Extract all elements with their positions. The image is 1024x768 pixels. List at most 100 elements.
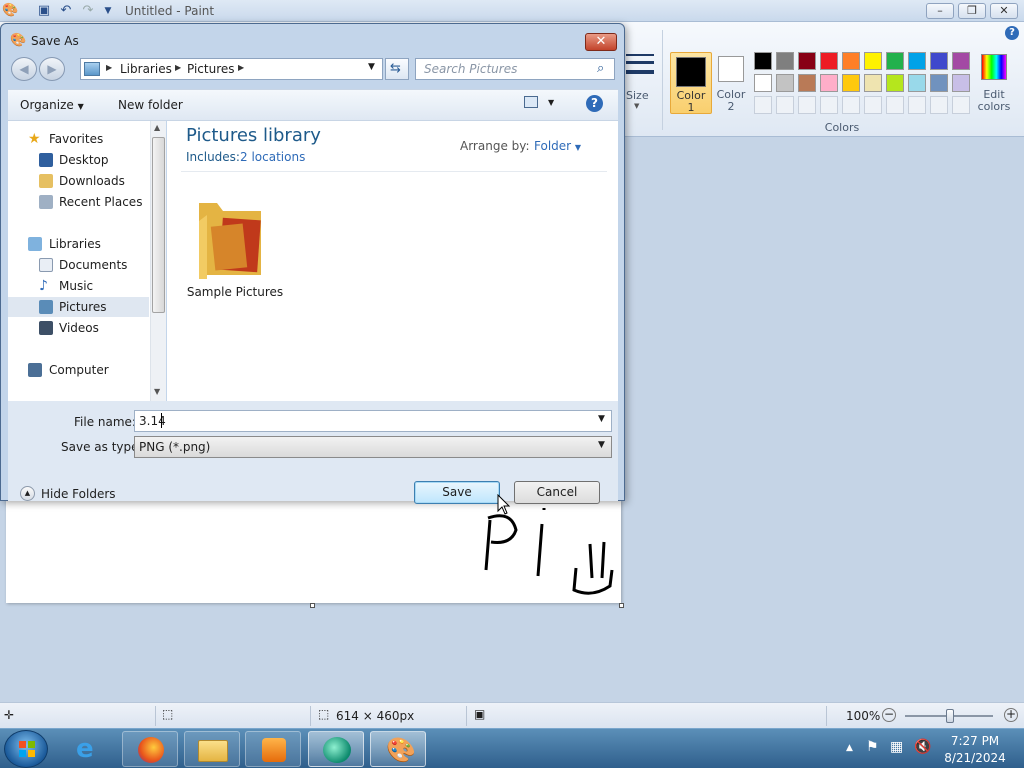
custom-color-slot[interactable] xyxy=(754,96,772,114)
nav-documents[interactable]: Documents xyxy=(8,255,149,275)
color1-selector[interactable]: Color 1 xyxy=(670,52,712,114)
custom-color-slot[interactable] xyxy=(864,96,882,114)
file-name-dropdown-icon[interactable]: ▼ xyxy=(598,414,605,424)
color2-selector[interactable]: Color 2 xyxy=(716,52,746,114)
nav-scrollbar-thumb[interactable] xyxy=(152,137,165,313)
arrange-by-dropdown[interactable]: Folder ▼ xyxy=(534,139,581,153)
size-tool[interactable]: Size ▼ xyxy=(624,52,658,112)
custom-color-slot[interactable] xyxy=(952,96,970,114)
palette-swatch[interactable] xyxy=(908,52,926,70)
breadcrumb-libraries[interactable]: Libraries xyxy=(120,62,172,76)
maximize-button[interactable]: ❐ xyxy=(958,3,986,19)
new-folder-button[interactable]: New folder xyxy=(118,98,183,112)
edit-colors-button[interactable]: Edit colors xyxy=(976,52,1012,113)
refresh-button[interactable]: ⇆ xyxy=(385,58,409,80)
save-button[interactable]: Save xyxy=(414,481,500,504)
palette-swatch[interactable] xyxy=(776,74,794,92)
nav-libraries[interactable]: Libraries xyxy=(8,234,149,254)
save-icon[interactable]: ▣ xyxy=(36,3,52,19)
nav-scrollbar[interactable]: ▲ ▼ xyxy=(150,121,166,401)
palette-swatch[interactable] xyxy=(886,74,904,92)
volume-muted-icon[interactable]: 🔇 xyxy=(914,739,931,755)
minimize-button[interactable]: – xyxy=(926,3,954,19)
palette-swatch[interactable] xyxy=(820,74,838,92)
resize-handle-bottom[interactable] xyxy=(310,603,315,608)
network-icon[interactable]: ▦ xyxy=(890,739,903,755)
nav-desktop[interactable]: Desktop xyxy=(8,150,149,170)
palette-swatch[interactable] xyxy=(754,74,772,92)
file-name-field[interactable]: 3.14 ▼ xyxy=(134,410,612,432)
taskbar-media-player[interactable] xyxy=(245,731,301,767)
forward-button[interactable]: ▶ xyxy=(39,57,65,81)
breadcrumb-pictures[interactable]: Pictures xyxy=(187,62,235,76)
palette-swatch[interactable] xyxy=(798,74,816,92)
palette-swatch[interactable] xyxy=(864,74,882,92)
nav-pictures[interactable]: Pictures xyxy=(8,297,149,317)
palette-swatch[interactable] xyxy=(930,74,948,92)
palette-swatch[interactable] xyxy=(798,52,816,70)
address-bar[interactable]: ▶ Libraries ▶ Pictures ▶ ▼ xyxy=(80,58,383,80)
palette-swatch[interactable] xyxy=(952,74,970,92)
nav-downloads[interactable]: Downloads xyxy=(8,171,149,191)
palette-swatch[interactable] xyxy=(952,52,970,70)
redo-icon[interactable]: ↷ xyxy=(80,3,96,19)
undo-icon[interactable]: ↶ xyxy=(58,3,74,19)
zoom-in-button[interactable]: + xyxy=(1004,708,1018,722)
nav-recent-places[interactable]: Recent Places xyxy=(8,192,149,212)
view-options-dropdown-icon[interactable]: ▼ xyxy=(548,98,554,107)
custom-color-slot[interactable] xyxy=(886,96,904,114)
custom-color-slot[interactable] xyxy=(776,96,794,114)
zoom-out-button[interactable]: − xyxy=(882,708,896,722)
save-as-type-dropdown-icon[interactable]: ▼ xyxy=(598,440,605,450)
drawing-canvas[interactable] xyxy=(6,500,621,603)
custom-color-slot[interactable] xyxy=(798,96,816,114)
back-button[interactable]: ◀ xyxy=(11,57,37,81)
change-view-icon[interactable] xyxy=(524,96,538,108)
search-box[interactable]: Search Pictures ⌕ xyxy=(415,58,615,80)
palette-swatch[interactable] xyxy=(908,74,926,92)
folder-item[interactable]: Sample Pictures xyxy=(185,181,285,301)
taskbar-app-active[interactable] xyxy=(308,731,364,767)
scroll-down-icon[interactable]: ▼ xyxy=(154,387,160,396)
start-button[interactable] xyxy=(4,730,48,768)
taskbar-internet-explorer[interactable]: e xyxy=(62,731,118,767)
address-dropdown-icon[interactable]: ▼ xyxy=(368,62,375,72)
action-center-flag-icon[interactable]: ⚑ xyxy=(866,739,879,755)
clock-time[interactable]: 7:27 PM xyxy=(940,734,1010,748)
clock-date[interactable]: 8/21/2024 xyxy=(940,751,1010,765)
paint-app-icon[interactable]: 🎨 xyxy=(2,3,18,19)
custom-color-slot[interactable] xyxy=(930,96,948,114)
palette-swatch[interactable] xyxy=(754,52,772,70)
palette-swatch[interactable] xyxy=(820,52,838,70)
nav-favorites[interactable]: ★ Favorites xyxy=(8,129,149,149)
custom-color-slot[interactable] xyxy=(908,96,926,114)
palette-swatch[interactable] xyxy=(930,52,948,70)
search-icon[interactable]: ⌕ xyxy=(597,61,604,76)
nav-computer[interactable]: Computer xyxy=(8,360,149,380)
dialog-close-button[interactable]: ✕ xyxy=(585,33,617,51)
scroll-up-icon[interactable]: ▲ xyxy=(154,123,160,132)
zoom-slider-thumb[interactable] xyxy=(946,709,954,723)
show-hidden-icons[interactable]: ▲ xyxy=(846,743,853,753)
quick-access-dropdown-icon[interactable]: ▼ xyxy=(100,3,116,19)
palette-swatch[interactable] xyxy=(842,52,860,70)
palette-swatch[interactable] xyxy=(864,52,882,70)
close-button[interactable]: ✕ xyxy=(990,3,1018,19)
palette-swatch[interactable] xyxy=(886,52,904,70)
taskbar-paint[interactable]: 🎨 xyxy=(370,731,426,767)
custom-color-slot[interactable] xyxy=(820,96,838,114)
taskbar-firefox[interactable] xyxy=(122,731,178,767)
save-as-type-select[interactable]: PNG (*.png) ▼ xyxy=(134,436,612,458)
organize-button[interactable]: Organize ▼ xyxy=(20,98,84,112)
palette-swatch[interactable] xyxy=(842,74,860,92)
nav-music[interactable]: ♪ Music xyxy=(8,276,149,296)
palette-swatch[interactable] xyxy=(776,52,794,70)
cancel-button[interactable]: Cancel xyxy=(514,481,600,504)
dialog-help-icon[interactable]: ? xyxy=(586,95,603,112)
nav-videos[interactable]: Videos xyxy=(8,318,149,338)
custom-color-slot[interactable] xyxy=(842,96,860,114)
resize-handle-corner[interactable] xyxy=(619,603,624,608)
includes-locations-link[interactable]: 2 locations xyxy=(240,150,305,164)
taskbar-explorer[interactable] xyxy=(184,731,240,767)
help-icon[interactable]: ? xyxy=(1005,26,1019,40)
